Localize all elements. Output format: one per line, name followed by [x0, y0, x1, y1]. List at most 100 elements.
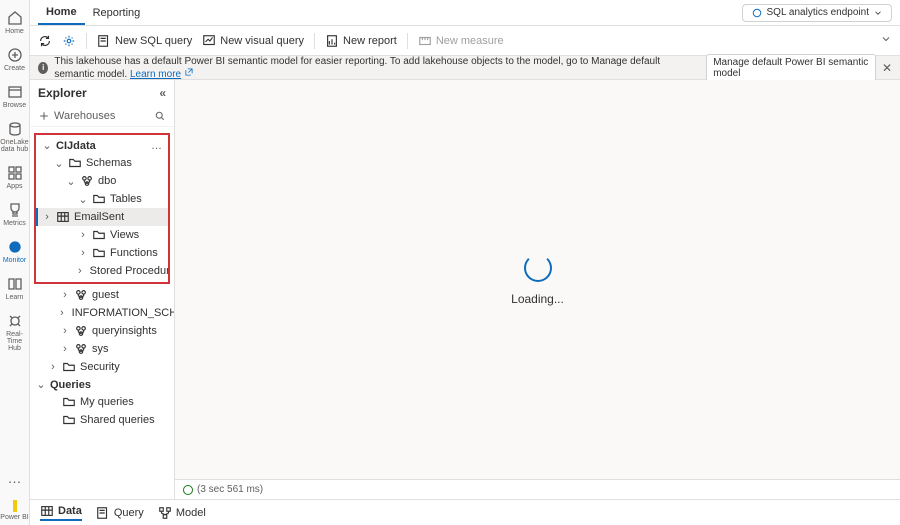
- manage-semantic-model-button[interactable]: Manage default Power BI semantic model: [706, 54, 876, 82]
- monitor-icon: [7, 239, 23, 255]
- tree-node-sys[interactable]: › sys: [30, 340, 174, 358]
- tab-home[interactable]: Home: [38, 0, 85, 25]
- browse-icon: [7, 84, 23, 100]
- tree-node-schemas[interactable]: ⌄ Schemas: [36, 154, 168, 172]
- status-indicator-icon: [183, 485, 193, 495]
- folder-icon: [62, 395, 76, 409]
- left-nav-rail: Home Create Browse OneLake data hub Apps…: [0, 0, 30, 525]
- new-measure-button: New measure: [418, 34, 504, 48]
- chevron-down-icon: ⌄: [66, 175, 76, 188]
- tree-node-root[interactable]: ⌄ CIJdata …: [36, 137, 168, 154]
- tree-node-sprocs[interactable]: › Stored Procedur...: [36, 262, 168, 280]
- learn-more-link[interactable]: Learn more: [130, 69, 181, 80]
- nav-metrics[interactable]: Metrics: [0, 198, 29, 231]
- more-icon[interactable]: …: [151, 140, 162, 152]
- ribbon-tabs: Home Reporting SQL analytics endpoint: [30, 0, 900, 26]
- folder-icon: [62, 360, 76, 374]
- explorer-header: Explorer «: [30, 80, 174, 106]
- main-area: Home Reporting SQL analytics endpoint Ne…: [30, 0, 900, 525]
- nav-learn[interactable]: Learn: [0, 272, 29, 305]
- measure-icon: [418, 34, 432, 48]
- nav-create[interactable]: Create: [0, 43, 29, 76]
- nav-realtime[interactable]: Real-Time Hub: [0, 309, 29, 356]
- info-bar: i This lakehouse has a default Power BI …: [30, 56, 900, 80]
- info-text: This lakehouse has a default Power BI se…: [54, 56, 700, 80]
- nav-monitor[interactable]: Monitor: [0, 235, 29, 268]
- loading-text: Loading...: [511, 292, 564, 306]
- tree-node-tables[interactable]: ⌄ Tables: [36, 190, 168, 208]
- visual-query-icon: [202, 34, 216, 48]
- tree-node-emailsent[interactable]: › EmailSent: [36, 208, 168, 226]
- status-bar: (3 sec 561 ms): [175, 479, 900, 499]
- nav-home[interactable]: Home: [0, 6, 29, 39]
- info-icon: i: [38, 62, 48, 74]
- new-sql-query-button[interactable]: New SQL query: [97, 34, 192, 48]
- chevron-right-icon: ›: [60, 325, 70, 337]
- chevron-right-icon: ›: [60, 307, 64, 319]
- tree-node-infoschema[interactable]: › INFORMATION_SCHE...: [30, 304, 174, 322]
- refresh-icon: [38, 34, 52, 48]
- tree-node-queries[interactable]: ⌄ Queries: [30, 376, 174, 393]
- plus-circle-icon: [7, 47, 23, 63]
- chevron-right-icon: ›: [42, 211, 52, 223]
- folder-icon: [92, 228, 106, 242]
- nav-browse[interactable]: Browse: [0, 80, 29, 113]
- bottom-tab-data[interactable]: Data: [40, 504, 82, 521]
- refresh-button[interactable]: [38, 34, 52, 48]
- nav-apps[interactable]: Apps: [0, 161, 29, 194]
- chevron-right-icon: ›: [60, 343, 70, 355]
- book-icon: [7, 276, 23, 292]
- model-icon: [158, 506, 172, 520]
- chevron-right-icon: ›: [78, 247, 88, 259]
- folder-icon: [68, 156, 82, 170]
- endpoint-dropdown[interactable]: SQL analytics endpoint: [742, 4, 892, 22]
- new-report-button[interactable]: New report: [325, 34, 397, 48]
- apps-icon: [7, 165, 23, 181]
- chevron-down-icon: [873, 8, 883, 18]
- bottom-tab-query[interactable]: Query: [96, 506, 144, 520]
- tree-node-shared-queries[interactable]: Shared queries: [30, 411, 174, 429]
- highlight-box: ⌄ CIJdata … ⌄ Schemas ⌄ dbo: [34, 133, 170, 284]
- external-link-icon: [184, 67, 194, 77]
- tree-node-dbo[interactable]: ⌄ dbo: [36, 172, 168, 190]
- loading-spinner-icon: [524, 254, 552, 282]
- new-visual-query-button[interactable]: New visual query: [202, 34, 304, 48]
- collapse-explorer-button[interactable]: «: [159, 86, 166, 100]
- tab-reporting[interactable]: Reporting: [85, 0, 149, 25]
- gear-icon: [62, 34, 76, 48]
- sql-query-icon: [97, 34, 111, 48]
- chevron-right-icon: ›: [60, 289, 70, 301]
- plus-icon: [38, 110, 50, 122]
- explorer-warehouses-row[interactable]: Warehouses: [30, 106, 174, 127]
- tree-node-functions[interactable]: › Functions: [36, 244, 168, 262]
- nav-onelake[interactable]: OneLake data hub: [0, 117, 29, 157]
- folder-icon: [62, 413, 76, 427]
- chevron-down-icon: ⌄: [36, 378, 46, 391]
- canvas-body: Loading...: [175, 80, 900, 479]
- schema-icon: [74, 324, 88, 338]
- bottom-tab-model[interactable]: Model: [158, 506, 206, 520]
- tree-node-queryinsights[interactable]: › queryinsights: [30, 322, 174, 340]
- tree-node-security[interactable]: › Security: [30, 358, 174, 376]
- workspace: Explorer « Warehouses ⌄ CIJdata …: [30, 80, 900, 499]
- trophy-icon: [7, 202, 23, 218]
- folder-icon: [92, 192, 106, 206]
- settings-button[interactable]: [62, 34, 76, 48]
- table-icon: [40, 504, 54, 518]
- info-close-button[interactable]: ✕: [882, 61, 892, 75]
- toolbar-more[interactable]: [880, 33, 892, 48]
- chevron-right-icon: ›: [78, 229, 88, 241]
- explorer-panel: Explorer « Warehouses ⌄ CIJdata …: [30, 80, 175, 499]
- folder-icon: [92, 246, 106, 260]
- nav-more[interactable]: …: [8, 464, 22, 492]
- tree-node-my-queries[interactable]: My queries: [30, 393, 174, 411]
- tree-node-views[interactable]: › Views: [36, 226, 168, 244]
- search-icon[interactable]: [154, 110, 166, 122]
- chevron-down-icon: ⌄: [78, 193, 88, 206]
- status-time: (3 sec 561 ms): [197, 484, 263, 495]
- chevron-down-icon: [880, 33, 892, 45]
- chevron-down-icon: ⌄: [54, 157, 64, 170]
- tree-node-guest[interactable]: › guest: [30, 286, 174, 304]
- realtime-icon: [7, 313, 23, 329]
- nav-powerbi[interactable]: Power BI: [0, 496, 29, 525]
